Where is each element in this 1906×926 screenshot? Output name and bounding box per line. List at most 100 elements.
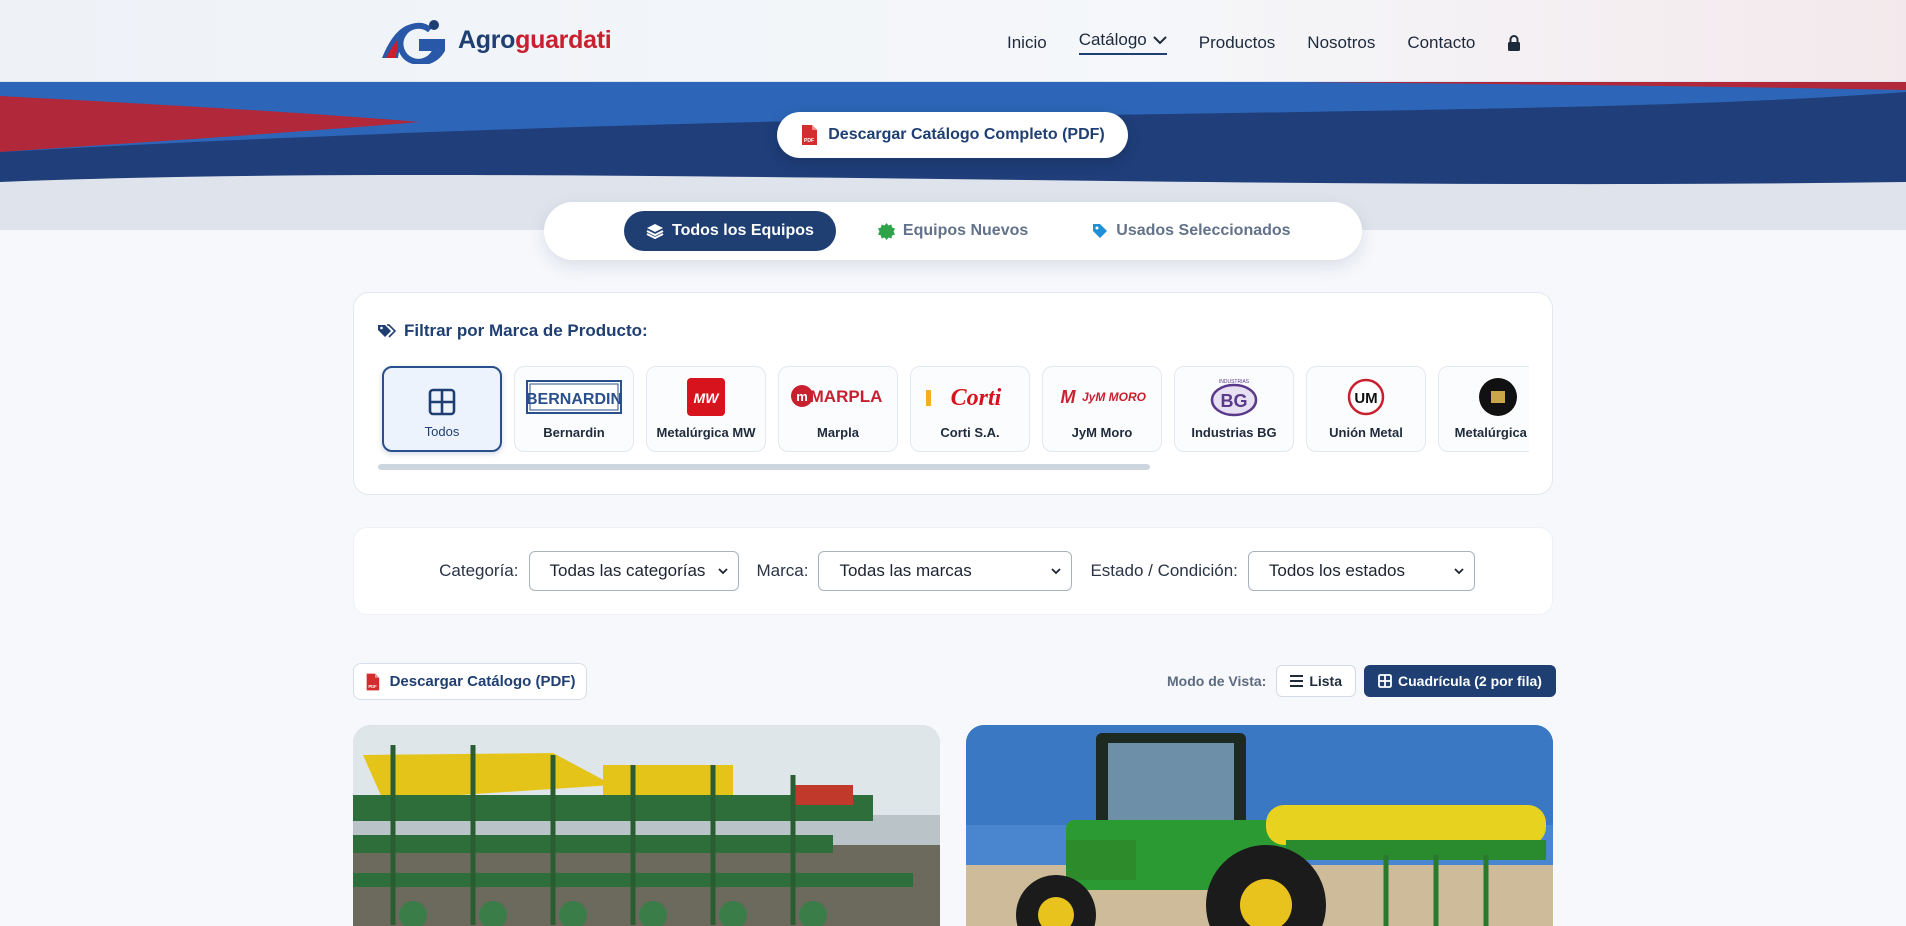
download-catalog-button[interactable]: PDF Descargar Catálogo (PDF) (353, 663, 587, 700)
brand-tile-label: Industrias BG (1191, 425, 1277, 440)
tab-usados-seleccionados-label: Usados Seleccionados (1116, 222, 1291, 239)
bg-logo-text: BG (1221, 391, 1248, 411)
mw-logo: MW (658, 377, 754, 417)
brand-filter-card: Filtrar por Marca de Producto: Todos BER… (353, 292, 1553, 495)
jym-moro-logo-text: JyM MORO (1082, 390, 1147, 404)
status-select-value: Todos los estados (1268, 561, 1405, 580)
category-select[interactable]: Todas las categorías (528, 551, 739, 591)
agroguardati-logo-icon (382, 20, 445, 64)
status-label: Estado / Condición: (1090, 561, 1238, 580)
tag-icon (1093, 224, 1108, 238)
brand-scroller[interactable]: Todos BERNARDIN Bernardin MW Metalúrgica… (354, 293, 1529, 473)
chevron-down-icon (1454, 568, 1464, 575)
grid-icon (428, 388, 456, 416)
bernardin-logo-icon: BERNARDIN (526, 380, 622, 414)
badge-icon (877, 222, 895, 240)
brand-tile-metalurgica-m[interactable]: Metalúrgica M (1438, 366, 1529, 452)
marpla-logo: m MARPLA (790, 377, 886, 417)
nav-catalogo[interactable]: Catálogo (1078, 30, 1167, 55)
product-image (353, 725, 940, 926)
brand-tile-union-metal[interactable]: UM Unión Metal (1306, 366, 1426, 452)
site-logo[interactable]: Agroguardati (378, 16, 612, 64)
brand-tile-metalurgica-mw[interactable]: MW Metalúrgica MW (646, 366, 766, 452)
nav-productos[interactable]: Productos (1199, 33, 1276, 53)
brand-select[interactable]: Todas las marcas (818, 551, 1073, 591)
brand-tile-label: Corti S.A. (940, 425, 1000, 440)
industrias-bg-logo: INDUSTRIAS BG (1186, 377, 1282, 417)
metalurgica-m-logo (1450, 377, 1529, 417)
main-nav: Inicio Catálogo Productos Nosotros Conta… (1007, 30, 1521, 55)
jym-moro-logo: M JyM MORO (1054, 377, 1150, 417)
view-list-label: Lista (1309, 673, 1342, 689)
mw-logo-text: MW (694, 390, 721, 406)
bernardin-logo: BERNARDIN (526, 377, 622, 417)
brand-tile-corti[interactable]: Corti Corti S.A. (910, 366, 1030, 452)
chevron-down-icon (717, 568, 728, 575)
union-metal-logo-icon: UM (1347, 378, 1385, 416)
chevron-down-icon (1153, 36, 1167, 45)
category-select-value: Todas las categorías (549, 561, 706, 580)
download-catalog-label: Descargar Catálogo (PDF) (389, 673, 576, 690)
bernardin-logo-text: BERNARDIN (526, 391, 622, 408)
filter-bar: Categoría: Todas las categorías Marca: T… (353, 527, 1553, 615)
view-mode-label: Modo de Vista: (1167, 673, 1267, 689)
brand-select-value: Todas las marcas (839, 561, 972, 580)
brand-tile-industrias-bg[interactable]: INDUSTRIAS BG Industrias BG (1174, 366, 1294, 452)
product-image (966, 725, 1553, 926)
tab-equipos-nuevos-label: Equipos Nuevos (902, 222, 1029, 239)
svg-text:PDF: PDF (368, 683, 377, 688)
brand-tile-label: Unión Metal (1329, 425, 1403, 440)
brand-tile-bernardin[interactable]: BERNARDIN Bernardin (514, 366, 634, 452)
layers-icon (646, 224, 664, 239)
nav-catalogo-label: Catálogo (1078, 30, 1147, 49)
brand-tile-todos[interactable]: Todos (382, 366, 502, 452)
svg-text:m: m (796, 389, 808, 404)
brand-label: Marca: (756, 561, 809, 580)
lock-icon[interactable] (1507, 34, 1521, 51)
list-icon (1290, 675, 1304, 687)
metalurgica-m-logo-icon (1479, 378, 1517, 416)
download-full-catalog-button[interactable]: PDF Descargar Catálogo Completo (PDF) (777, 112, 1128, 158)
chevron-down-icon (1051, 568, 1062, 575)
brand-tile-label: Metalúrgica MW (656, 425, 756, 440)
brand-tile-label: Bernardin (543, 425, 605, 440)
brand-tile-label: Marpla (817, 425, 859, 440)
svg-text:PDF: PDF (804, 138, 814, 144)
um-logo-text: UM (1354, 390, 1377, 407)
brand-tile-jym-moro[interactable]: M JyM MORO JyM Moro (1042, 366, 1162, 452)
corti-logo-icon: Corti (926, 385, 1002, 411)
tab-equipos-nuevos[interactable]: Equipos Nuevos (856, 211, 1050, 251)
brand-tile-label: Metalúrgica M (1454, 425, 1529, 440)
brand-name: Agroguardati (458, 25, 612, 54)
industrias-bg-logo-icon: INDUSTRIAS BG (1210, 379, 1258, 417)
view-grid-label: Cuadrícula (2 por fila) (1398, 673, 1542, 689)
equipment-tabs: Todos los Equipos Equipos Nuevos Usados … (544, 202, 1362, 260)
marpla-logo-text: MARPLA (810, 387, 883, 406)
view-grid-button[interactable]: Cuadrícula (2 por fila) (1364, 665, 1556, 697)
mw-logo-icon: MW (687, 378, 725, 416)
marpla-logo-icon: m MARPLA (791, 385, 883, 407)
tab-todos-equipos-label: Todos los Equipos (672, 222, 814, 239)
brand-tile-label: Todos (424, 424, 460, 439)
product-card[interactable] (966, 725, 1553, 926)
nav-contacto[interactable]: Contacto (1407, 33, 1475, 53)
jym-moro-logo-icon: M JyM MORO (1061, 387, 1147, 407)
corti-logo-text: Corti (951, 385, 1002, 411)
brand-tile-marpla[interactable]: m MARPLA Marpla (778, 366, 898, 452)
tab-usados-seleccionados[interactable]: Usados Seleccionados (1070, 211, 1312, 251)
brand-scrollbar[interactable] (378, 464, 1150, 470)
status-select[interactable]: Todos los estados (1247, 551, 1475, 591)
download-full-catalog-label: Descargar Catálogo Completo (PDF) (828, 126, 1105, 143)
union-metal-logo: UM (1318, 377, 1414, 417)
nav-nosotros[interactable]: Nosotros (1307, 33, 1375, 53)
nav-inicio[interactable]: Inicio (1007, 33, 1047, 53)
brand-tile-label: JyM Moro (1071, 425, 1133, 440)
pdf-icon: PDF (366, 673, 379, 690)
grid-icon (1378, 674, 1392, 688)
view-list-button[interactable]: Lista (1276, 665, 1356, 697)
product-card[interactable] (353, 725, 940, 926)
tab-todos-equipos[interactable]: Todos los Equipos (624, 211, 836, 251)
brand-strip: Todos BERNARDIN Bernardin MW Metalúrgica… (382, 366, 1529, 452)
svg-text:M: M (1061, 387, 1077, 407)
corti-logo: Corti (922, 377, 1018, 417)
